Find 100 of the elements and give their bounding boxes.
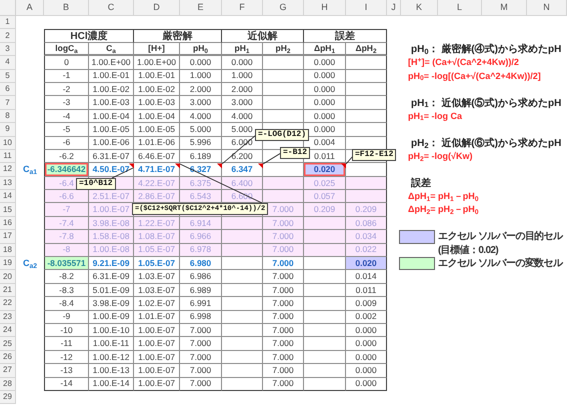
row-number[interactable]: 8: [0, 110, 16, 124]
table-cell: 7.000: [263, 284, 304, 298]
table-cell: 1.00.E-13: [89, 364, 134, 378]
row-number[interactable]: 4: [0, 56, 16, 70]
comment-marker-icon: [341, 164, 346, 168]
table-cell: -5: [44, 123, 89, 137]
table-cell: 1.00.E-05: [89, 123, 134, 137]
column-header: [H+]: [134, 42, 180, 56]
row-number[interactable]: 2: [0, 29, 16, 43]
table-cell: 1.00.E-07: [134, 364, 180, 378]
row-number[interactable]: 3: [0, 42, 16, 56]
row-number[interactable]: 20: [0, 270, 16, 284]
row-number[interactable]: 27: [0, 364, 16, 378]
row-number[interactable]: 14: [0, 190, 16, 204]
column-letter[interactable]: E: [180, 0, 222, 16]
legend-text: エクセル ソルバーの変数セル: [438, 256, 562, 272]
table-cell: 6.989: [180, 284, 222, 298]
table-cell: 1.00.E-07: [134, 350, 180, 364]
table-cell: 6.986: [180, 270, 222, 284]
table-cell: 6.914: [180, 216, 222, 230]
column-letter[interactable]: D: [134, 0, 180, 16]
column-letter[interactable]: F: [222, 0, 263, 16]
row-number[interactable]: 25: [0, 337, 16, 351]
table-cell: 0.000: [304, 82, 346, 96]
column-letter[interactable]: J: [387, 0, 401, 16]
row-number[interactable]: 22: [0, 297, 16, 311]
row-number[interactable]: 24: [0, 324, 16, 338]
table-cell: 6.31.E-07: [89, 150, 134, 164]
table-cell: 1.00.E-04: [89, 110, 134, 124]
column-letter[interactable]: B: [44, 0, 89, 16]
table-cell: 0.000: [346, 350, 387, 364]
row-number[interactable]: 1: [0, 16, 16, 30]
column-letter[interactable]: L: [438, 0, 482, 16]
group-header: 近似解: [222, 29, 304, 43]
table-cell: 0.014: [346, 270, 387, 284]
table-cell: 1.00.E-02: [134, 82, 180, 96]
table-cell: 1.00.E-08: [89, 244, 134, 258]
row-number[interactable]: 23: [0, 310, 16, 324]
table-cell: 4.000: [222, 110, 263, 124]
table-cell: 7.000: [263, 216, 304, 230]
comment-marker-icon: [217, 164, 222, 168]
column-letter[interactable]: M: [482, 0, 527, 16]
column-letter[interactable]: A: [16, 0, 44, 16]
table-cell: 6.998: [180, 310, 222, 324]
table-cell: 1.00.E-07: [134, 337, 180, 351]
row-number[interactable]: 26: [0, 350, 16, 364]
column-header: pH$_{2}$: [263, 42, 304, 56]
table-cell: 1.00.E-05: [134, 123, 180, 137]
row-number[interactable]: 19: [0, 257, 16, 270]
row-number[interactable]: 15: [0, 203, 16, 217]
row-number[interactable]: 21: [0, 284, 16, 298]
column-letter[interactable]: K: [401, 0, 438, 16]
table-cell: 2.86.E-07: [134, 190, 180, 204]
note-heading: pH$_{2}$： 近似解(⑥式)から求めたpH: [411, 136, 562, 151]
column-letter[interactable]: N: [527, 0, 567, 16]
table-cell: 1.00.E-12: [89, 350, 134, 364]
row-number[interactable]: 12: [0, 163, 16, 177]
table-cell: 0.000: [222, 56, 263, 70]
row-number[interactable]: 28: [0, 378, 16, 391]
table-cell: 1.00.E-02: [89, 82, 134, 96]
column-letter[interactable]: G: [263, 0, 304, 16]
table-cell: 7.000: [263, 230, 304, 244]
table-cell: 1.00.E+00: [134, 56, 180, 70]
column-letter[interactable]: H: [304, 0, 346, 16]
table-cell: 7.000: [180, 337, 222, 351]
table-cell: 1.00.E+00: [89, 56, 134, 70]
table-cell: 0.000: [180, 56, 222, 70]
row-number[interactable]: 10: [0, 136, 16, 150]
table-cell: 0.000: [304, 110, 346, 124]
row-number[interactable]: 17: [0, 230, 16, 244]
column-letter[interactable]: C: [89, 0, 134, 16]
table-cell: 1.22.E-07: [134, 216, 180, 230]
table-cell: 1.00.E-03: [134, 96, 180, 110]
table-cell: 1.000: [180, 70, 222, 83]
row-number[interactable]: 6: [0, 82, 16, 96]
table-cell: 0.020: [346, 257, 387, 270]
row-number[interactable]: 7: [0, 96, 16, 110]
row-number[interactable]: 9: [0, 123, 16, 137]
column-letter[interactable]: I: [346, 0, 387, 16]
select-all-corner[interactable]: [0, 0, 16, 16]
table-cell: 0.009: [346, 297, 387, 311]
formula-text: pH$_{0}$= -log[(Ca+√(Ca^2+4Kw))/2]: [408, 70, 541, 84]
table-cell: 1.03.E-07: [134, 284, 180, 298]
column-header: ΔpH$_{2}$: [346, 42, 387, 56]
table-cell: 0.000: [346, 378, 387, 391]
row-number[interactable]: 29: [0, 390, 16, 404]
table-cell: 7.000: [263, 297, 304, 311]
row-number[interactable]: 13: [0, 176, 16, 190]
row-number[interactable]: 18: [0, 244, 16, 258]
table-cell: -14: [44, 378, 89, 391]
table-cell: 1.00.E-07: [89, 203, 134, 217]
table-cell: 7.000: [263, 244, 304, 258]
row-number[interactable]: 11: [0, 150, 16, 164]
note-heading: 誤差: [411, 176, 431, 191]
table-cell: 1.00.E-09: [89, 310, 134, 324]
row-number[interactable]: 16: [0, 216, 16, 230]
table-cell: 1.00.E-11: [89, 337, 134, 351]
table-cell: 9.21.E-09: [89, 257, 134, 270]
formula-text: [H$^{+}$]= (Ca+√(Ca^2+4Kw))/2: [408, 56, 519, 70]
row-number[interactable]: 5: [0, 70, 16, 83]
